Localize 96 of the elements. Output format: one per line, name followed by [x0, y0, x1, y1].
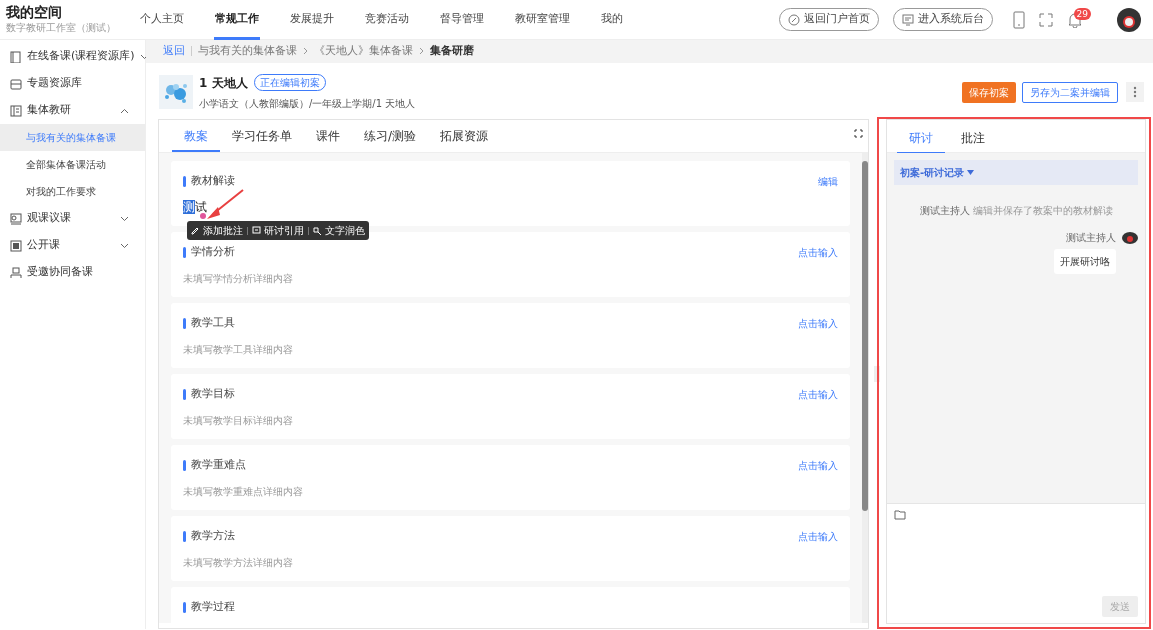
section-marker: [183, 530, 186, 542]
save-as-button[interactable]: 另存为二案并编辑: [1022, 81, 1118, 103]
nav-tab[interactable]: 我的: [600, 0, 624, 40]
nav-tab[interactable]: 竞赛活动: [364, 0, 410, 40]
sidebar-label: 在线备课(课程资源库): [27, 48, 135, 65]
editor-tab[interactable]: 练习/测验: [352, 122, 429, 152]
section-marker: [183, 246, 186, 258]
empty-note: 未填写教学目标详细内容: [183, 413, 294, 428]
notification-badge: 29: [1073, 7, 1091, 20]
lesson-path: 小学语文（人教部编版）/一年级上学期/1 天地人: [199, 96, 416, 111]
sidebar-item[interactable]: 集体教研: [0, 97, 145, 124]
empty-note: 未填写学情分析详细内容: [183, 271, 294, 286]
section-action-link[interactable]: 点击输入: [798, 244, 838, 260]
breadcrumb-link[interactable]: 与我有关的集体备课: [198, 43, 297, 60]
sidebar-subitem[interactable]: 与我有关的集体备课: [0, 124, 145, 151]
sidebar-label: 受邀协同备课: [27, 264, 93, 281]
nav-tab[interactable]: 教研室管理: [514, 0, 571, 40]
avatar: [1117, 7, 1141, 32]
sidebar-item[interactable]: 在线备课(课程资源库): [0, 43, 145, 70]
more-icon: [1133, 86, 1137, 99]
section-action-link[interactable]: 点击输入: [798, 528, 838, 544]
fullscreen-icon: [1039, 12, 1053, 27]
sidebar-subitem[interactable]: 全部集体备课活动: [0, 151, 145, 178]
chevron-right-icon: [303, 47, 308, 56]
collapse-handle[interactable]: [874, 366, 880, 382]
message-author: 测试主持人: [919, 205, 970, 216]
sidebar-label: 专题资源库: [27, 75, 82, 92]
screen-icon: [10, 239, 22, 252]
section-marker: [183, 175, 186, 187]
more-button[interactable]: [1126, 82, 1144, 103]
app-title: 我的空间: [6, 4, 63, 20]
compass-icon: [788, 13, 800, 26]
section-title: 教学过程: [191, 599, 235, 615]
sidebar-label: 观课议课: [27, 210, 71, 227]
section-action-link[interactable]: 点击输入: [798, 457, 838, 473]
breadcrumb-link[interactable]: 《天地人》集体备课: [314, 43, 413, 60]
presenter-icon: [10, 212, 22, 225]
section-title: 教材解读: [191, 173, 235, 189]
book-icon: [10, 50, 22, 63]
sidebar-item[interactable]: 观课议课: [0, 205, 145, 232]
folder-icon: [10, 77, 22, 90]
toolbar-button[interactable]: 添加批注: [191, 223, 243, 238]
sidebar-item[interactable]: 受邀协同备课: [0, 259, 145, 286]
sidebar-item[interactable]: 专题资源库: [0, 70, 145, 97]
section-marker: [183, 388, 186, 400]
nav-tab[interactable]: 发展提升: [289, 0, 335, 40]
section-title: 教学方法: [191, 528, 235, 544]
empty-note: 未填写教学重难点详细内容: [183, 484, 304, 499]
section-marker: [183, 601, 186, 613]
caret-down-icon: [967, 170, 975, 175]
app-subtitle: 数字教研工作室（测试）: [6, 21, 117, 35]
editor-tab[interactable]: 学习任务单: [220, 122, 304, 152]
section-marker: [183, 317, 186, 329]
system-message: 编辑并保存了教案中的教材解读: [972, 205, 1113, 216]
section-title: 教学目标: [191, 386, 235, 402]
editor-tab[interactable]: 拓展资源: [428, 122, 501, 152]
avatar: [1122, 231, 1138, 244]
fullscreen-icon: [854, 129, 863, 138]
folder-icon: [894, 510, 906, 520]
empty-note: 未填写教学工具详细内容: [183, 342, 294, 357]
lesson-title: 1 天地人: [199, 74, 248, 92]
comment-icon: [252, 226, 261, 235]
sidebar-label: 集体教研: [27, 102, 71, 119]
panel-tab[interactable]: 批注: [949, 124, 997, 154]
section-action-link[interactable]: 点击输入: [798, 386, 838, 402]
toolbar-button[interactable]: 文字润色: [313, 223, 365, 238]
sidebar-label: 公开课: [27, 237, 60, 254]
breadcrumb-current: 集备研磨: [430, 43, 474, 60]
header-button[interactable]: 返回门户首页: [779, 8, 879, 31]
section-marker: [183, 459, 186, 471]
wand-icon: [313, 226, 322, 235]
section-title: 教学工具: [191, 315, 235, 331]
pen-icon: [191, 226, 200, 235]
sidebar-subitem[interactable]: 对我的工作要求: [0, 178, 145, 205]
chat-bubble: 开展研讨咯: [1054, 249, 1116, 274]
monitor-icon: [902, 13, 914, 26]
header-button[interactable]: 进入系统后台: [893, 8, 993, 31]
section-title: 学情分析: [191, 244, 235, 260]
toolbar-button[interactable]: 研讨引用: [252, 223, 304, 238]
scrollbar[interactable]: [862, 153, 868, 623]
chevron-right-icon: [419, 47, 424, 56]
tablet-icon: [1013, 10, 1025, 29]
empty-note: 未填写教学方法详细内容: [183, 555, 294, 570]
message-author: 测试主持人: [1066, 231, 1116, 245]
sidebar-item[interactable]: 公开课: [0, 232, 145, 259]
editor-tab[interactable]: 课件: [304, 122, 352, 152]
list-icon: [10, 104, 22, 117]
section-title: 教学重难点: [191, 457, 246, 473]
section-action-link[interactable]: 编辑: [818, 173, 838, 189]
breadcrumb-link[interactable]: 返回: [163, 43, 185, 60]
record-dropdown[interactable]: 初案-研讨记录: [894, 160, 1138, 185]
section-text: 测试: [183, 198, 207, 216]
nav-tab[interactable]: 个人主页: [139, 0, 185, 40]
nav-tab[interactable]: 督导管理: [439, 0, 485, 40]
section-action-link[interactable]: 点击输入: [798, 315, 838, 331]
team-icon: [10, 266, 22, 279]
